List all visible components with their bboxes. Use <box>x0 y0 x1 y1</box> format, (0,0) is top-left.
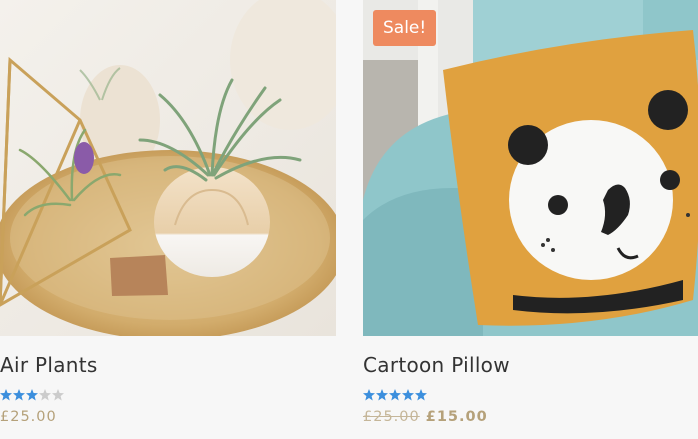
product-price: £25.00 £15.00 <box>363 409 488 425</box>
product-title[interactable]: Cartoon Pillow <box>363 353 510 377</box>
product-card-air-plants[interactable]: Air Plants £25.00 <box>0 0 336 425</box>
product-image-cartoon-pillow[interactable]: Sale! <box>363 0 698 336</box>
product-card-cartoon-pillow[interactable]: Sale! Cartoon Pillow £25.00 £15.00 <box>363 0 698 425</box>
star-icon <box>402 389 414 401</box>
price-original: £25.00 <box>363 409 420 425</box>
price-current: £25.00 <box>0 409 57 425</box>
cartoon-pillow-photo[interactable] <box>363 0 698 336</box>
product-grid: Air Plants £25.00 Sale! Cartoon Pillow £… <box>0 0 698 439</box>
sale-badge: Sale! <box>373 10 437 46</box>
price-sale: £15.00 <box>425 409 488 425</box>
product-price: £25.00 <box>0 409 57 425</box>
star-icon <box>389 389 401 401</box>
star-icon <box>13 389 25 401</box>
star-icon <box>376 389 388 401</box>
star-icon <box>26 389 38 401</box>
product-image-air-plants[interactable] <box>0 0 336 336</box>
star-icon <box>363 389 375 401</box>
star-icon <box>0 389 12 401</box>
product-title[interactable]: Air Plants <box>0 353 98 377</box>
star-icon <box>415 389 427 401</box>
star-rating <box>363 389 427 401</box>
star-empty-icon <box>39 389 51 401</box>
star-empty-icon <box>52 389 64 401</box>
air-plants-photo[interactable] <box>0 0 336 336</box>
star-rating <box>0 389 64 401</box>
